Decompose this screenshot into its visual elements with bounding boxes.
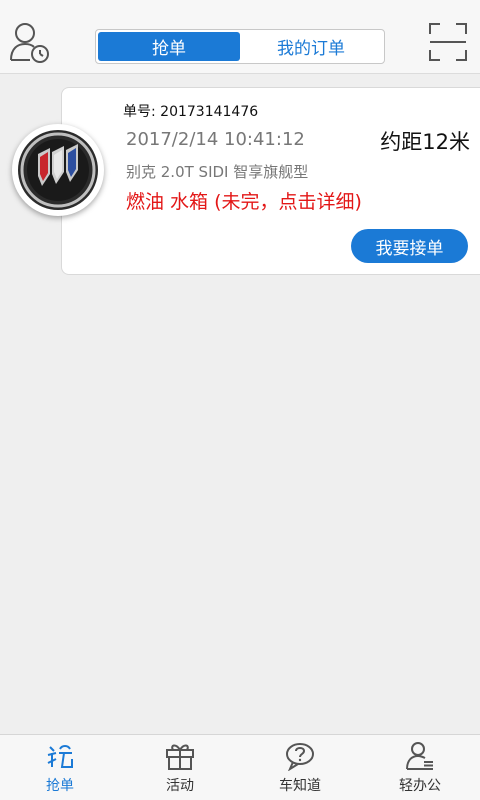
grab-order-icon bbox=[47, 745, 73, 768]
nav-item-activity[interactable]: 活动 bbox=[120, 735, 240, 800]
nav-item-car-knowledge[interactable]: 车知道 bbox=[240, 735, 360, 800]
order-time: 2017/2/14 10:41:12 bbox=[126, 129, 305, 150]
tab-my-orders[interactable]: 我的订单 bbox=[240, 32, 382, 61]
bottom-nav: 抢单 活动 车知道 轻办公 bbox=[0, 734, 480, 800]
nav-item-grab-order[interactable]: 抢单 bbox=[0, 735, 120, 800]
top-bar: 抢单 我的订单 bbox=[0, 0, 480, 74]
nav-label-office: 轻办公 bbox=[399, 778, 441, 794]
car-model: 别克 2.0T SIDI 智享旗舰型 bbox=[126, 163, 309, 181]
nav-label-activity: 活动 bbox=[166, 778, 194, 794]
order-card[interactable]: 单号: 20173141476 2017/2/14 10:41:12 约距12米… bbox=[61, 87, 480, 275]
order-distance: 约距12米 bbox=[380, 130, 470, 154]
tab-grab-order[interactable]: 抢单 bbox=[98, 32, 240, 61]
order-items-link[interactable]: 燃油 水箱 (未完，点击详细) bbox=[126, 187, 362, 214]
scan-icon[interactable] bbox=[426, 20, 470, 64]
order-tab-switch: 抢单 我的订单 bbox=[95, 29, 385, 64]
accept-order-button[interactable]: 我要接单 bbox=[351, 229, 468, 263]
nav-label-car-knowledge: 车知道 bbox=[279, 778, 321, 794]
order-number: 单号: 20173141476 bbox=[123, 104, 259, 120]
nav-label-grab-order: 抢单 bbox=[46, 778, 74, 794]
question-bubble-icon bbox=[286, 743, 314, 771]
buick-logo bbox=[12, 124, 104, 216]
gift-icon bbox=[166, 744, 194, 770]
nav-item-office[interactable]: 轻办公 bbox=[360, 735, 480, 800]
office-user-icon bbox=[406, 742, 433, 770]
user-location-icon[interactable] bbox=[8, 20, 52, 64]
